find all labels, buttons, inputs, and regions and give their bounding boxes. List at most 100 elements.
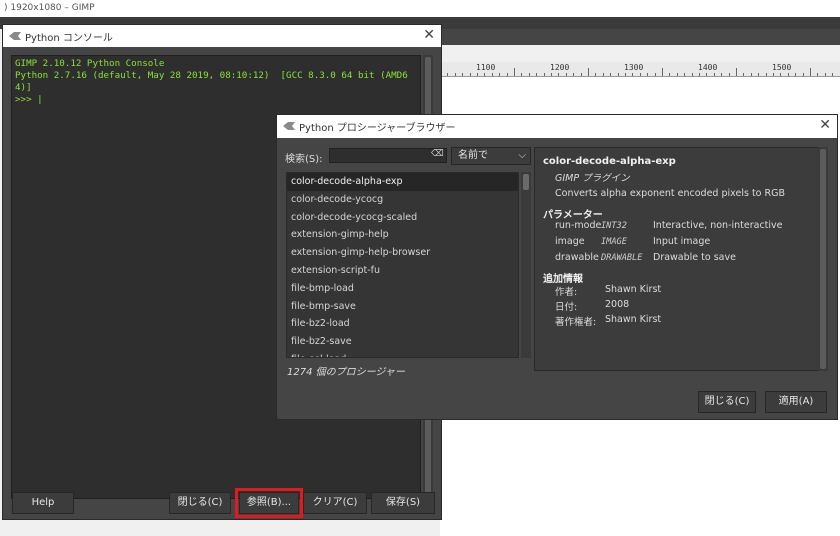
gimp-icon [283,122,295,130]
extra-value: 2008 [605,299,630,310]
ruler-tick [610,73,612,76]
sort-selected: 名前で [458,150,488,161]
procedure-name: color-decode-alpha-exp [543,156,676,167]
ruler-tick [713,73,715,76]
ruler-tick [824,73,826,76]
detail-scrollbar[interactable] [818,147,828,371]
ruler-tick [499,73,501,76]
extra-key: 作者: [555,287,578,298]
console-titlebar[interactable]: Python コンソール ✕ [3,25,441,47]
ruler-tick [676,73,678,76]
ruler-tick [810,68,811,76]
param-desc: Interactive, non-interactive [653,220,783,231]
sort-dropdown[interactable]: 名前で ⌵ [451,147,531,165]
ruler-tick [484,73,486,76]
ruler-tick [654,73,656,76]
extra-value: Shawn Kirst [605,284,662,295]
browser-close-button[interactable]: 閉じる(C) [698,391,756,413]
ruler-label: 1300 [624,63,644,72]
extra-key: 著作権者: [555,317,597,328]
ruler-tick [506,73,508,76]
procedure-detail-panel: color-decode-alpha-exp GIMP プラグイン Conver… [534,147,826,371]
browser-titlebar[interactable]: Python プロシージャーブラウザー ✕ [277,115,837,138]
procedure-type: GIMP プラグイン [555,173,630,184]
param-desc: Drawable to save [653,252,736,263]
ruler-tick [477,73,478,76]
ruler-label: 1400 [698,63,718,72]
help-button[interactable]: Help [12,492,74,514]
ruler-tick [647,73,649,76]
save-button[interactable]: 保存(S) [371,492,435,514]
horizontal-ruler: 1100 1200 1300 1400 1500 [440,62,840,77]
ruler-tick [832,73,834,76]
ruler-tick [617,73,619,76]
close-button[interactable]: 閉じる(C) [169,492,231,514]
ruler-tick [595,73,597,76]
list-scrollbar[interactable] [521,172,531,358]
ruler-tick [588,68,589,76]
ruler-tick [558,73,560,76]
procedure-browser-dialog: Python プロシージャーブラウザー ✕ 検索(S): ⌫ 名前で ⌵ col… [276,114,838,420]
ruler-tick [817,73,819,76]
list-item[interactable]: extension-script-fu [287,262,518,280]
apply-button[interactable]: 適用(A) [765,391,827,413]
browse-button[interactable]: 参照(B)... [235,488,303,518]
param-name: run-mode [555,220,602,231]
list-item[interactable]: file-cel-load [287,351,518,357]
list-item[interactable]: color-decode-alpha-exp [287,173,518,191]
ruler-tick [639,73,641,76]
extra-info-heading: 追加情報 [543,274,583,285]
ruler-tick [669,73,671,76]
list-item[interactable]: file-bmp-load [287,280,518,298]
search-input[interactable] [329,148,447,163]
close-icon[interactable]: ✕ [423,27,435,43]
ruler-tick [469,73,471,76]
ruler-tick [580,73,582,76]
search-label: 検索(S): [285,154,323,165]
list-item[interactable]: extension-gimp-help-browser [287,244,518,262]
ruler-tick [795,73,797,76]
close-icon[interactable]: ✕ [819,117,831,133]
ruler-tick [765,73,767,76]
ruler-tick [454,73,456,76]
gimp-toolbar [440,29,840,45]
ruler-label: 1200 [550,63,570,72]
ruler-tick [743,73,745,76]
ruler-tick [625,73,626,76]
ruler-tick [691,73,693,76]
ruler-label: 1100 [476,63,496,72]
ruler-tick [662,68,663,76]
ruler-tick [706,73,708,76]
ruler-tick [632,73,634,76]
ruler-tick [750,73,752,76]
clear-button[interactable]: クリア(C) [303,492,367,514]
ruler-tick [491,73,493,76]
ruler-tick [565,73,567,76]
param-type: INT32 [601,221,627,231]
list-item[interactable]: color-decode-ycocg [287,191,518,209]
ruler-tick [728,73,730,76]
ruler-tick [736,68,737,76]
ruler-tick [787,73,789,76]
ruler-tick [602,73,604,76]
procedure-list[interactable]: color-decode-alpha-exp color-decode-ycoc… [286,172,519,358]
list-item[interactable]: file-bz2-save [287,333,518,351]
param-name: image [555,236,585,247]
list-item[interactable]: extension-gimp-help [287,226,518,244]
list-item[interactable]: file-bz2-load [287,315,518,333]
ruler-tick [462,73,464,76]
list-item[interactable]: file-bmp-save [287,298,518,316]
list-item[interactable]: color-decode-ycocg-scaled [287,209,518,227]
ruler-tick [447,73,449,76]
extra-value: Shawn Kirst [605,314,662,325]
param-type: IMAGE [601,237,627,247]
gimp-icon [9,32,21,40]
gimp-window-title: ) 1920x1080 – GIMP [0,0,840,17]
ruler-tick [514,68,515,76]
param-name: drawable [555,252,599,263]
ruler-tick [699,73,700,76]
clear-search-icon[interactable]: ⌫ [431,149,444,159]
extra-key: 日付: [555,302,578,313]
ruler-tick [551,73,552,76]
console-text[interactable]: GIMP 2.10.12 Python Console Python 2.7.1… [12,56,420,108]
